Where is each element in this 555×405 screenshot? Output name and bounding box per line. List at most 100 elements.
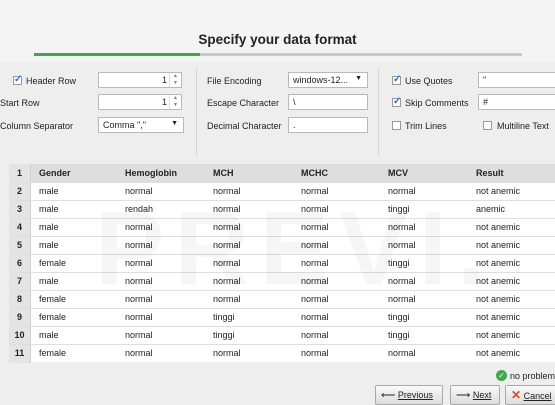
table-cell: normal xyxy=(213,258,241,268)
table-header-row: 1 Gender Hemoglobin MCH MCHC MCV Result xyxy=(9,164,555,182)
table-row[interactable]: 3 male rendah normal normal tinggi anemic xyxy=(9,200,555,219)
status-text: no problem xyxy=(510,371,555,381)
file-encoding-label: File Encoding xyxy=(207,76,262,86)
table-cell: tinggi xyxy=(388,204,410,214)
table-cell: female xyxy=(39,348,67,358)
trim-lines-checkbox[interactable] xyxy=(392,121,401,130)
start-row-label: Start Row xyxy=(0,98,40,108)
arrow-right-icon: ⟶ xyxy=(456,390,471,401)
table-row[interactable]: 9 female normal tinggi normal tinggi not anemi… xyxy=(9,308,555,327)
table-cell: normal xyxy=(388,240,416,250)
page-title: Specify your data format xyxy=(198,32,357,47)
wizard-footer: ✓ no problem ⟵ Previous ⟶ Next ✕ Cancel xyxy=(0,366,555,405)
table-cell: not anemic xyxy=(476,240,521,250)
table-cell: normal xyxy=(388,186,416,196)
table-row[interactable]: 5 male normal normal normal normal not anemic xyxy=(9,236,555,255)
row-number: 5 xyxy=(9,237,31,255)
file-encoding-value: windows-12... xyxy=(293,75,349,85)
table-cell: male xyxy=(39,240,59,250)
table-cell: normal xyxy=(301,204,329,214)
column-header[interactable]: MCV xyxy=(388,164,468,182)
row-number: 6 xyxy=(9,255,31,273)
next-button[interactable]: ⟶ Next xyxy=(450,385,500,405)
multiline-text-checkbox[interactable] xyxy=(483,121,492,130)
table-cell: normal xyxy=(213,348,241,358)
table-cell: normal xyxy=(388,348,416,358)
table-cell: not anemic xyxy=(476,186,521,196)
data-preview-table: 1 Gender Hemoglobin MCH MCHC MCV Result … xyxy=(9,164,555,363)
column-header[interactable]: MCHC xyxy=(301,164,381,182)
start-row-value: 1 xyxy=(161,97,167,107)
table-row[interactable]: 11 female normal normal normal normal not anem… xyxy=(9,344,555,363)
dropdown-arrow-icon: ▼ xyxy=(171,120,178,127)
table-cell: male xyxy=(39,276,59,286)
table-cell: not anemic xyxy=(476,222,521,232)
next-label: Next xyxy=(472,390,492,400)
table-cell: normal xyxy=(125,222,153,232)
column-separator-select[interactable]: Comma "," ▼ xyxy=(98,117,184,133)
escape-character-input[interactable]: \ xyxy=(288,94,368,110)
row-number: 1 xyxy=(9,164,31,182)
table-cell: normal xyxy=(125,186,153,196)
table-row[interactable]: 2 male normal normal normal normal not anemic xyxy=(9,182,555,201)
table-cell: normal xyxy=(301,312,329,322)
column-separator-value: Comma "," xyxy=(103,120,146,130)
header-row-label: Header Row xyxy=(26,76,77,86)
decimal-character-input[interactable]: . xyxy=(288,117,368,133)
previous-button[interactable]: ⟵ Previous xyxy=(375,385,443,405)
cancel-button[interactable]: ✕ Cancel xyxy=(505,385,555,405)
table-row[interactable]: 4 male normal normal normal normal not anemic xyxy=(9,218,555,237)
spinner-arrows-icon[interactable]: ▲ ▼ xyxy=(169,95,181,109)
column-header[interactable]: MCH xyxy=(213,164,293,182)
table-cell: normal xyxy=(213,186,241,196)
table-cell: normal xyxy=(125,348,153,358)
table-cell: normal xyxy=(125,330,153,340)
comment-character-input[interactable]: # xyxy=(478,94,555,110)
table-cell: not anemic xyxy=(476,294,521,304)
quote-character-input[interactable]: " xyxy=(478,72,555,88)
table-cell: normal xyxy=(301,330,329,340)
table-cell: normal xyxy=(301,276,329,286)
column-header[interactable]: Gender xyxy=(39,164,119,182)
table-cell: male xyxy=(39,186,59,196)
header-row-value: 1 xyxy=(161,75,167,85)
table-cell: normal xyxy=(388,276,416,286)
column-header[interactable]: Hemoglobin xyxy=(125,164,205,182)
skip-comments-checkbox[interactable] xyxy=(392,96,401,107)
table-cell: normal xyxy=(213,240,241,250)
table-row[interactable]: 6 female normal normal normal tinggi not anemi… xyxy=(9,254,555,273)
table-cell: tinggi xyxy=(388,330,410,340)
table-cell: female xyxy=(39,312,67,322)
table-cell: tinggi xyxy=(388,312,410,322)
table-cell: anemic xyxy=(476,204,506,214)
table-cell: not anemic xyxy=(476,276,521,286)
table-cell: tinggi xyxy=(213,330,235,340)
table-cell: male xyxy=(39,204,59,214)
table-cell: not anemic xyxy=(476,348,521,358)
table-row[interactable]: 10 male normal tinggi normal tinggi not anemic xyxy=(9,326,555,345)
use-quotes-checkbox[interactable] xyxy=(392,74,401,85)
table-cell: normal xyxy=(301,222,329,232)
table-cell: rendah xyxy=(125,204,154,214)
table-cell: normal xyxy=(301,186,329,196)
table-cell: normal xyxy=(388,294,416,304)
column-header[interactable]: Result xyxy=(476,164,555,182)
spinner-arrows-icon[interactable]: ▲ ▼ xyxy=(169,73,181,87)
table-cell: normal xyxy=(301,348,329,358)
table-row[interactable]: 8 female normal normal normal normal not anemi… xyxy=(9,290,555,309)
table-cell: normal xyxy=(125,258,153,268)
escape-character-label: Escape Character xyxy=(207,98,280,108)
table-cell: normal xyxy=(125,240,153,250)
table-row[interactable]: 7 male normal normal normal normal not anemic xyxy=(9,272,555,291)
header-row-checkbox[interactable] xyxy=(13,74,22,85)
table-cell: normal xyxy=(301,240,329,250)
table-cell: normal xyxy=(125,276,153,286)
table-cell: not anemic xyxy=(476,330,521,340)
table-cell: normal xyxy=(301,258,329,268)
row-number: 3 xyxy=(9,201,31,219)
progress-bar-fill xyxy=(34,53,200,56)
file-encoding-select[interactable]: windows-12... ▼ xyxy=(288,72,368,88)
header-row-stepper[interactable]: 1 ▲ ▼ xyxy=(98,72,182,88)
wizard-header: Specify your data format xyxy=(0,0,555,62)
start-row-stepper[interactable]: 1 ▲ ▼ xyxy=(98,94,182,110)
